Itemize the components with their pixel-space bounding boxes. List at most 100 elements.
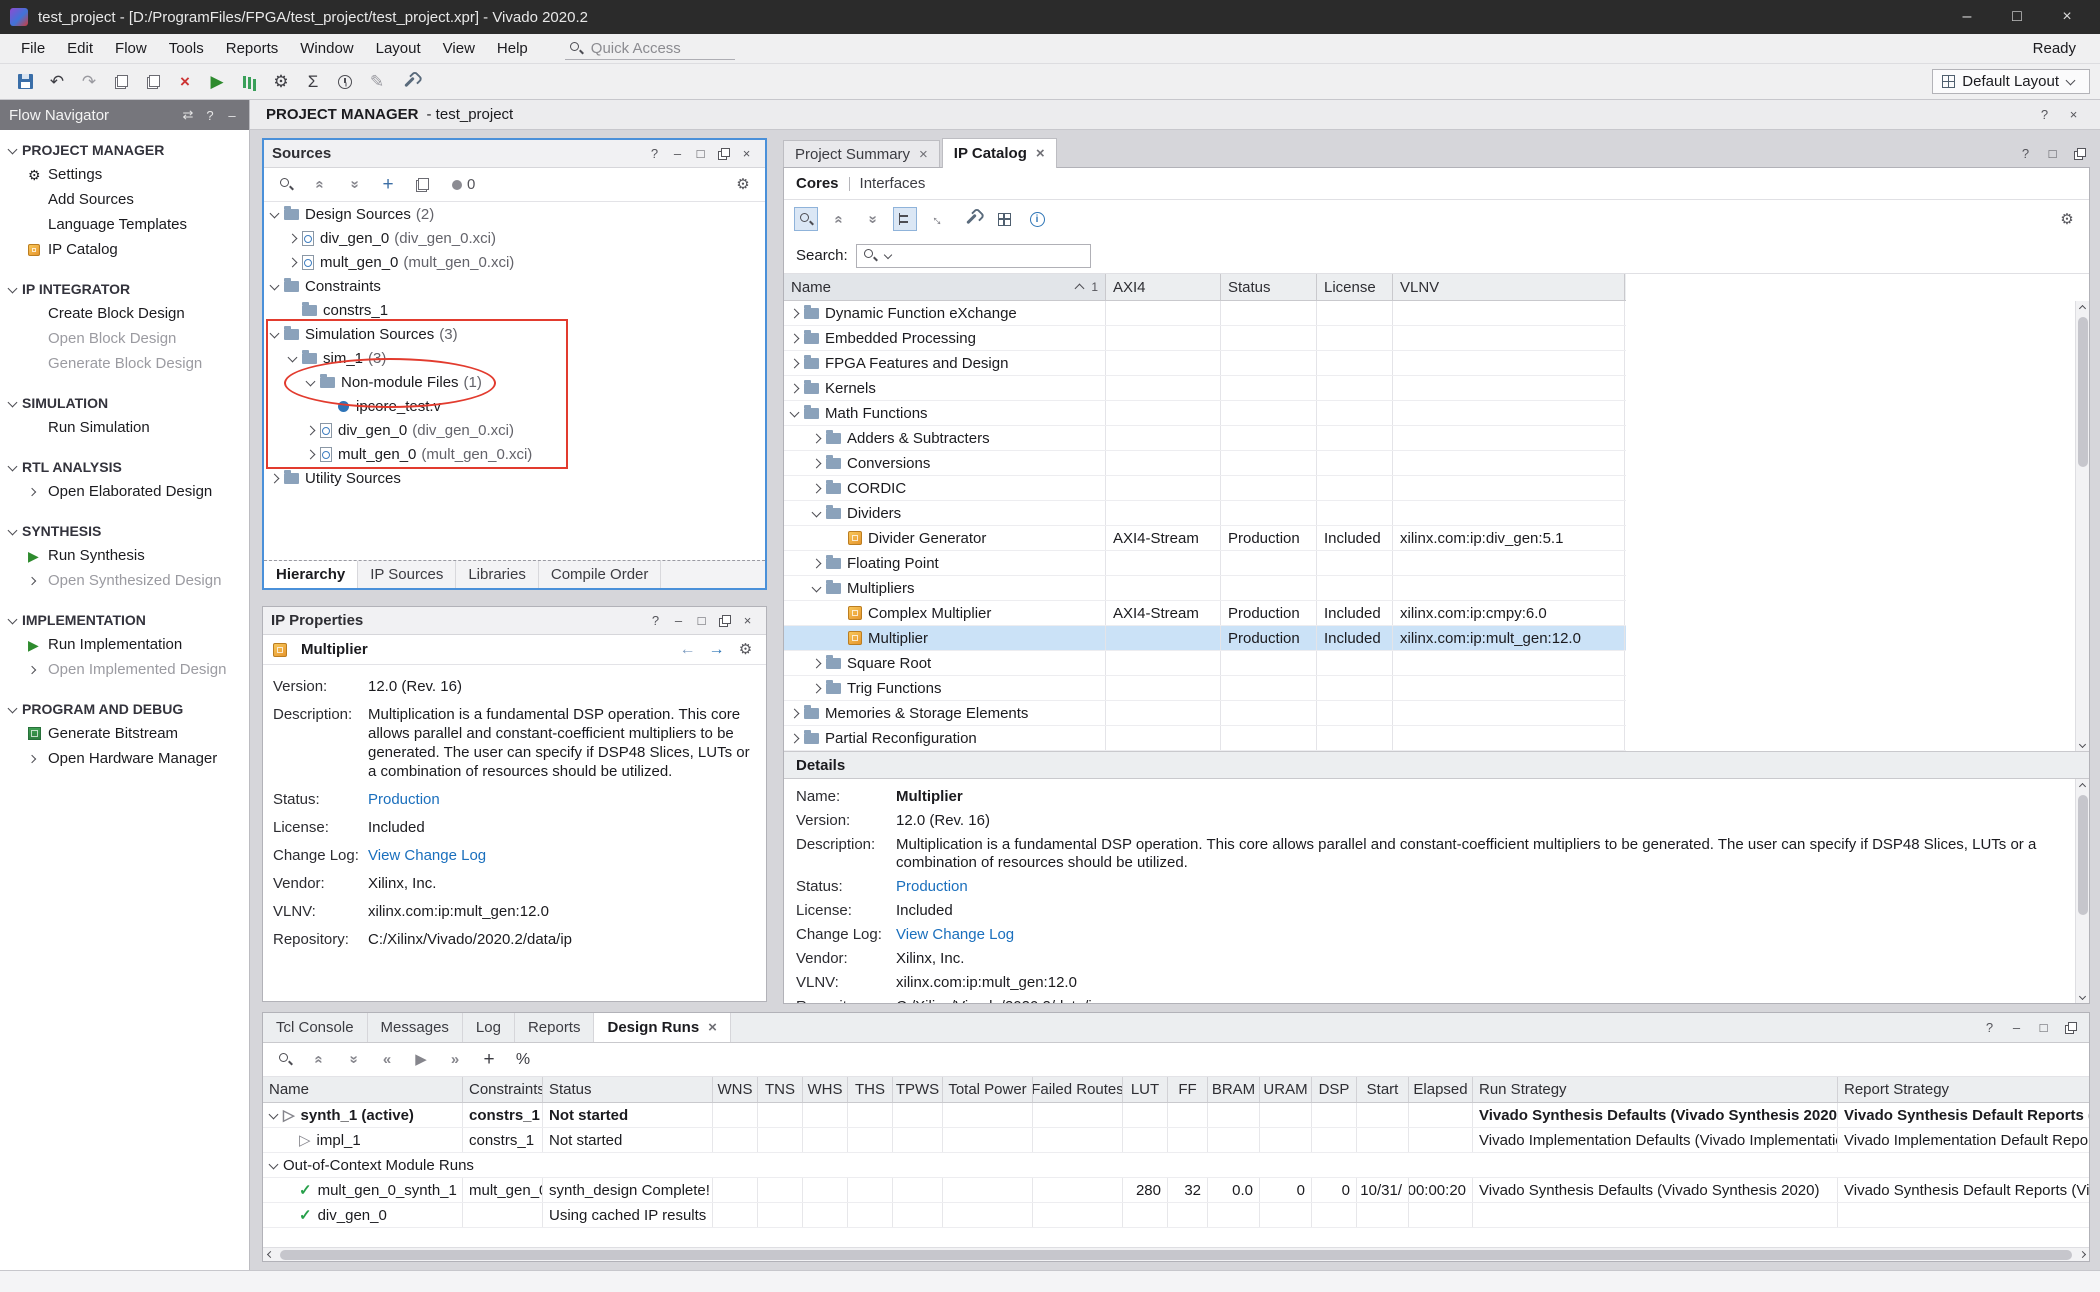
tree-item-non-module-files[interactable]: Non-module Files(1) [264,370,765,394]
catalog-row-fpga-features-and-design[interactable]: FPGA Features and Design [784,351,1626,376]
info-icon[interactable]: i [1025,207,1049,231]
nav-item-open-elaborated-design[interactable]: Open Elaborated Design [0,479,249,504]
chevron-down-icon[interactable] [306,376,316,386]
tree-item-design-sources[interactable]: Design Sources(2) [264,202,765,226]
close-tab-icon[interactable]: × [919,146,928,163]
copy-icon[interactable] [106,68,136,96]
help-icon[interactable]: ? [2034,104,2055,125]
catalog-row-memories-storage-elements[interactable]: Memories & Storage Elements [784,701,1626,726]
delete-icon[interactable]: × [170,68,200,96]
run-icon[interactable]: ▶ [202,68,232,96]
nav-item-ip-catalog[interactable]: IP Catalog [0,237,249,262]
report-icon[interactable] [234,68,264,96]
reset-runs-icon[interactable]: « [375,1048,399,1072]
settings-gear-icon[interactable]: ⚙ [2055,207,2079,231]
tab-messages[interactable]: Messages [368,1013,463,1042]
chevron-down-icon[interactable] [288,352,298,362]
help-icon[interactable]: ? [2015,143,2036,164]
catalog-column-axi4[interactable]: AXI4 [1106,274,1221,300]
run-row-mult-gen-0-synth-1[interactable]: ✓mult_gen_0_synth_1mult_gen_0synth_desig… [263,1178,2089,1203]
catalog-column-license[interactable]: License [1317,274,1393,300]
minimize-panel-icon[interactable]: – [667,143,688,164]
chevron-right-icon[interactable] [812,683,822,693]
search-icon[interactable] [274,173,298,197]
catalog-row-complex-multiplier[interactable]: Complex MultiplierAXI4-StreamProductionI… [784,601,1626,626]
menu-view[interactable]: View [432,36,486,61]
chevron-right-icon[interactable] [790,358,800,368]
catalog-scrollbar[interactable] [2075,301,2089,751]
catalog-row-divider-generator[interactable]: Divider GeneratorAXI4-StreamProductionIn… [784,526,1626,551]
chevron-right-icon[interactable] [812,433,822,443]
help-icon[interactable]: ? [645,610,666,631]
tree-item-utility-sources[interactable]: Utility Sources [264,466,765,490]
menu-layout[interactable]: Layout [365,36,432,61]
tree-item-mult-gen-0[interactable]: mult_gen_0(mult_gen_0.xci) [264,250,765,274]
section-header-implementation[interactable]: IMPLEMENTATION [0,608,249,632]
chevron-right-icon[interactable] [288,257,298,267]
help-icon[interactable]: ? [202,105,218,126]
scroll-right-icon[interactable] [2075,1248,2089,1262]
runs-column-failed-routes[interactable]: Failed Routes [1033,1077,1123,1102]
runs-column-tns[interactable]: TNS [758,1077,803,1102]
nav-item-settings[interactable]: ⚙Settings [0,162,249,187]
run-row-out-of-context-module-runs[interactable]: Out-of-Context Module Runs [263,1153,2089,1178]
tree-item-ipcore-test-v[interactable]: ipcore_test.v [264,394,765,418]
clock-icon[interactable] [330,68,360,96]
catalog-row-floating-point[interactable]: Floating Point [784,551,1626,576]
chevron-right-icon[interactable] [288,233,298,243]
chevron-right-icon[interactable] [790,308,800,318]
tab-tcl-console[interactable]: Tcl Console [263,1013,368,1042]
scrollbar-thumb[interactable] [280,1250,2072,1260]
runs-column-bram[interactable]: BRAM [1208,1077,1260,1102]
chevron-down-icon[interactable] [270,328,280,338]
customize-ip-icon[interactable] [959,207,983,231]
run-row-impl-1[interactable]: ▷impl_1constrs_1Not startedVivado Implem… [263,1128,2089,1153]
close-tab-icon[interactable]: × [1036,145,1045,162]
save-icon[interactable] [10,68,40,96]
scroll-down-icon[interactable] [2076,989,2090,1003]
nav-item-run-simulation[interactable]: Run Simulation [0,415,249,440]
scroll-down-icon[interactable] [2076,737,2090,751]
sum-icon[interactable]: Σ [298,68,328,96]
float-panel-icon[interactable] [713,143,734,164]
chevron-down-icon[interactable] [270,280,280,290]
minimize-panel-icon[interactable]: – [224,105,240,126]
expand-all-icon[interactable]: « [860,207,884,231]
undo-icon[interactable]: ↶ [42,68,72,96]
ip-search-input[interactable] [856,244,1091,268]
runs-column-start[interactable]: Start [1357,1077,1409,1102]
menu-file[interactable]: File [10,36,56,61]
horizontal-scrollbar[interactable] [263,1247,2089,1261]
minimize-panel-icon[interactable]: – [668,610,689,631]
expand-all-icon[interactable]: « [341,1048,365,1072]
chevron-right-icon[interactable] [812,483,822,493]
run-row-div-gen-0[interactable]: ✓div_gen_0Using cached IP results [263,1203,2089,1228]
catalog-row-multipliers[interactable]: Multipliers [784,576,1626,601]
chevron-right-icon[interactable] [790,733,800,743]
tab-compile-order[interactable]: Compile Order [539,561,662,588]
close-icon[interactable]: × [2063,104,2084,125]
tree-item-mult-gen-0[interactable]: mult_gen_0(mult_gen_0.xci) [264,442,765,466]
chevron-down-icon[interactable] [812,507,822,517]
chevron-right-icon[interactable] [306,425,316,435]
maximize-panel-icon[interactable]: □ [2033,1017,2054,1038]
tree-item-div-gen-0[interactable]: div_gen_0(div_gen_0.xci) [264,418,765,442]
help-icon[interactable]: ? [644,143,665,164]
maximize-panel-icon[interactable]: □ [2042,143,2063,164]
chevron-down-icon[interactable] [790,407,800,417]
launch-runs-icon[interactable]: ▶ [409,1048,433,1072]
runs-column-constraints[interactable]: Constraints [463,1077,543,1102]
collapse-all-icon[interactable]: « [307,1048,331,1072]
runs-column-ths[interactable]: THS [848,1077,893,1102]
chevron-right-icon[interactable] [790,383,800,393]
minimize-window-button[interactable]: – [1944,4,1990,30]
runs-column-uram[interactable]: URAM [1260,1077,1312,1102]
runs-column-report-strategy[interactable]: Report Strategy [1838,1077,2089,1102]
catalog-column-name[interactable]: Name1 [784,274,1106,300]
section-header-synthesis[interactable]: SYNTHESIS [0,519,249,543]
float-panel-icon[interactable] [714,610,735,631]
section-header-program-and-debug[interactable]: PROGRAM AND DEBUG [0,697,249,721]
runs-column-tpws[interactable]: TPWS [893,1077,943,1102]
quick-access-search[interactable]: Quick Access [565,38,735,60]
chevron-right-icon[interactable] [790,708,800,718]
